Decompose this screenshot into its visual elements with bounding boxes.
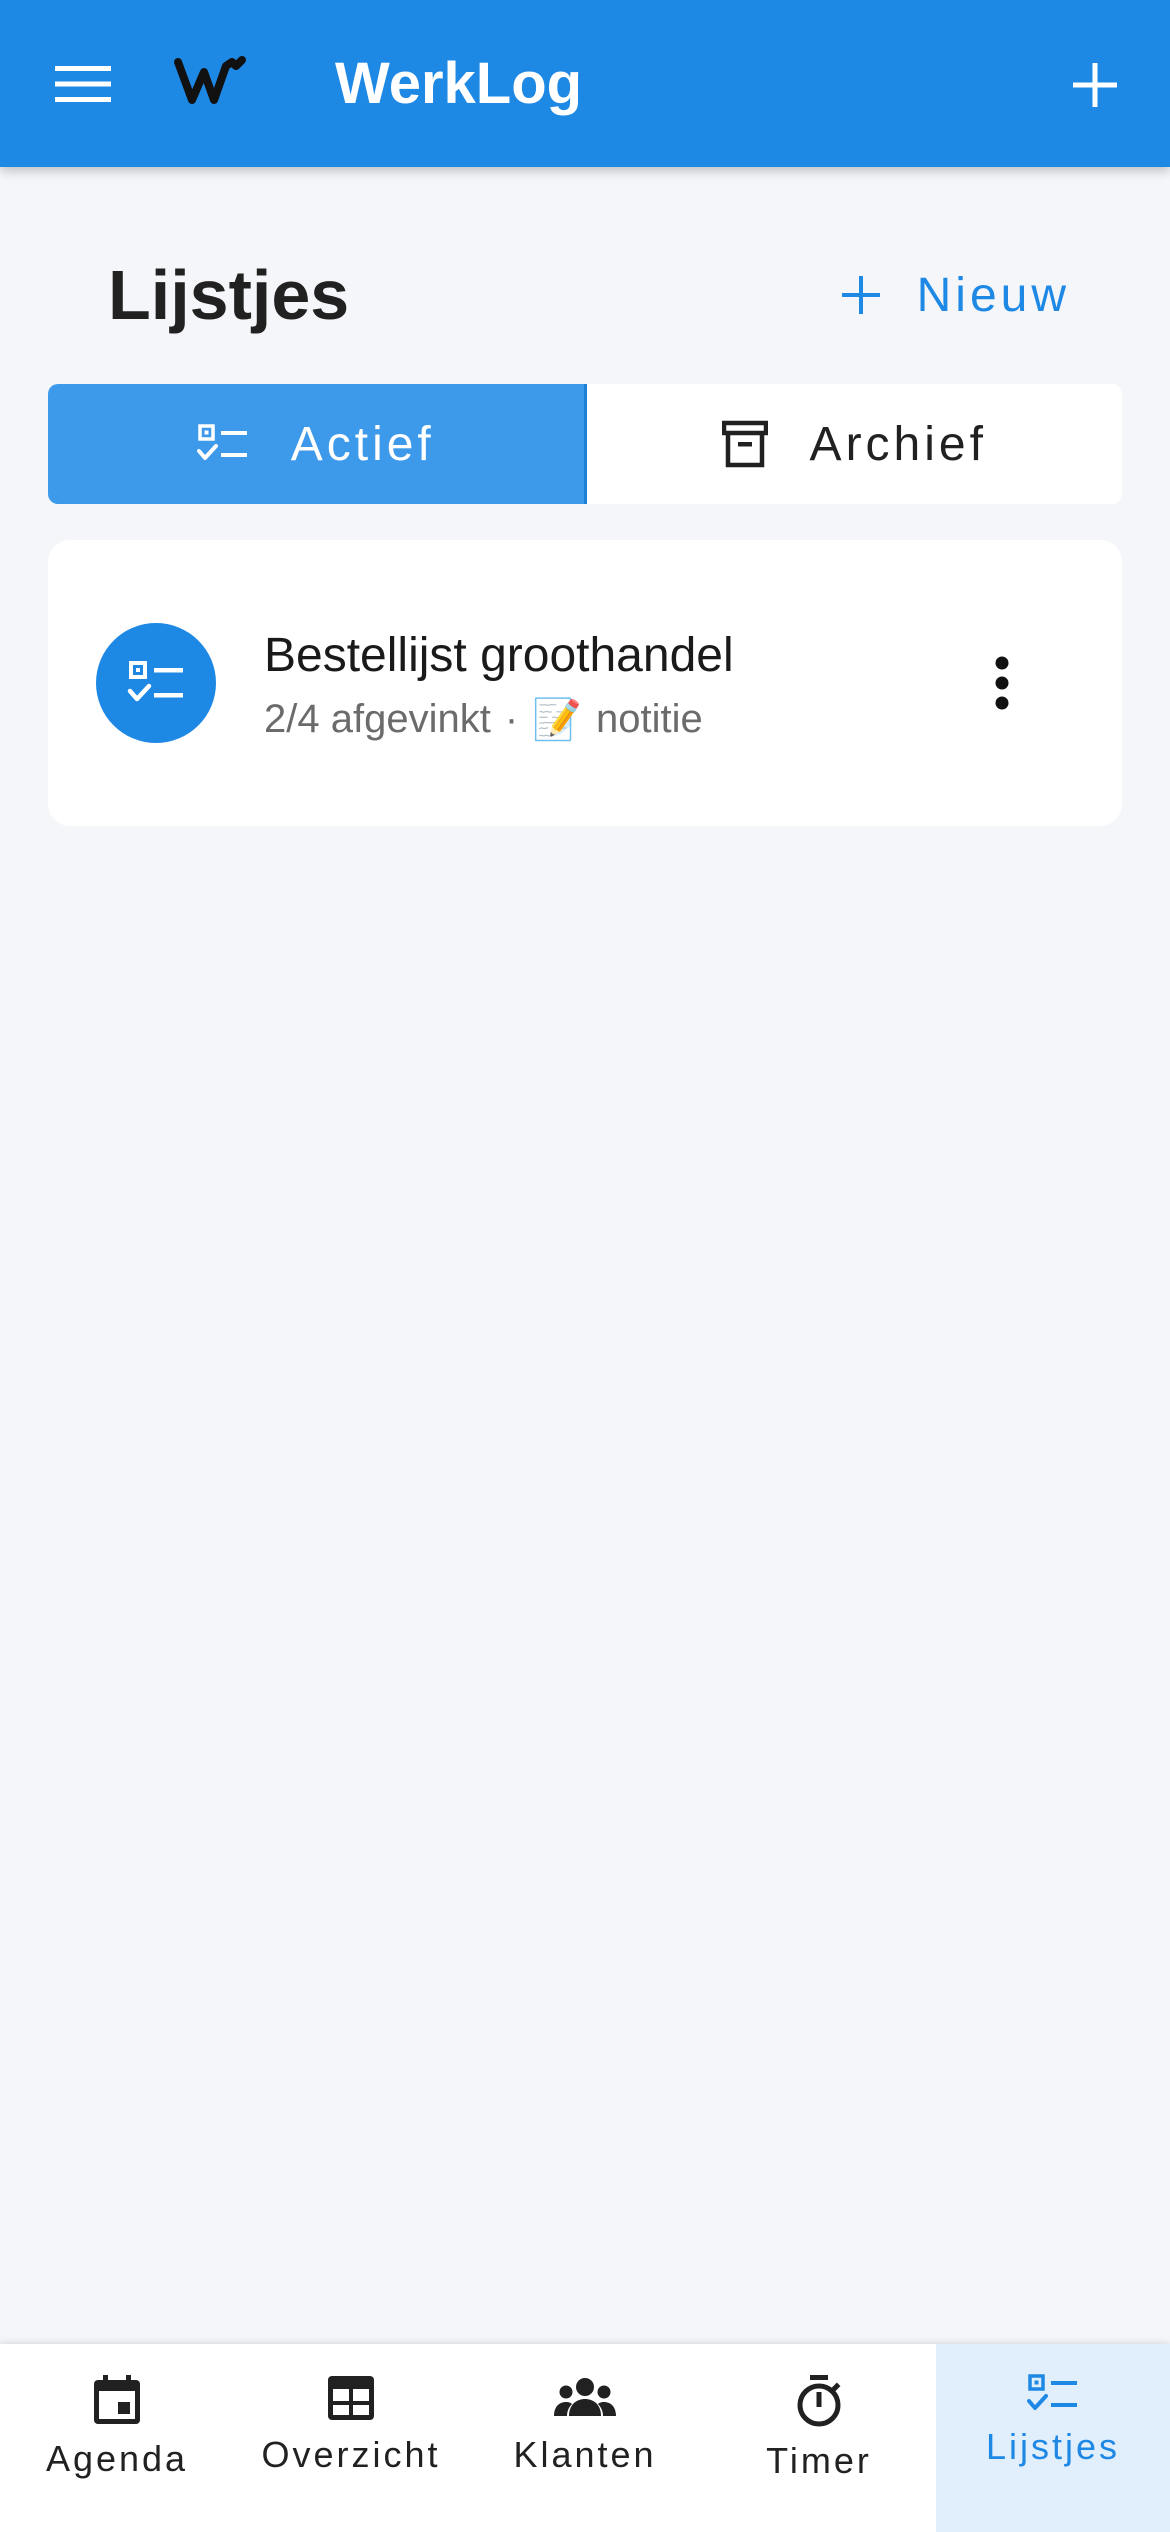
- list-item[interactable]: Bestellijst groothandel 2/4 afgevinkt · …: [48, 540, 1122, 826]
- nav-label-overzicht: Overzicht: [261, 2434, 441, 2475]
- app-bar: WerkLog: [0, 0, 1170, 167]
- list-item-progress: 2/4 afgevinkt: [264, 697, 491, 741]
- nav-item-overzicht[interactable]: Overzicht: [234, 2344, 468, 2532]
- screen: WerkLog Lijstjes Nieuw Actief Archief Be…: [0, 0, 1170, 2532]
- list-item-note-label: notitie: [595, 697, 703, 741]
- more-options-button[interactable]: [972, 638, 1032, 728]
- nav-label-lijstjes: Lijstjes: [985, 2426, 1121, 2467]
- plus-icon: [841, 276, 880, 314]
- checklist-icon: [196, 424, 247, 460]
- people-icon: [554, 2378, 616, 2416]
- menu-button[interactable]: [40, 44, 126, 124]
- list-avatar: [96, 623, 216, 743]
- calendar-icon: [94, 2375, 140, 2424]
- checklist-icon: [127, 661, 183, 702]
- nav-item-timer[interactable]: Timer: [702, 2344, 936, 2532]
- grid-icon: [328, 2376, 374, 2420]
- nav-item-klanten[interactable]: Klanten: [468, 2344, 702, 2532]
- new-list-label: Nieuw: [916, 268, 1070, 322]
- list-item-subtitle: 2/4 afgevinkt · 📝 notitie: [264, 696, 703, 743]
- list-filter-tabs: Actief Archief: [48, 384, 1122, 504]
- tab-archief-label: Archief: [809, 417, 987, 471]
- more-vert-icon: [995, 656, 1009, 710]
- page-title: Lijstjes: [108, 256, 350, 334]
- memo-icon: 📝: [532, 698, 582, 742]
- list-item-title: Bestellijst groothandel: [264, 629, 734, 682]
- nav-label-klanten: Klanten: [513, 2434, 657, 2475]
- tab-archief[interactable]: Archief: [586, 384, 1122, 504]
- checklist-icon: [1027, 2374, 1077, 2410]
- bottom-navigation: Agenda Overzicht Klanten Timer Lijstjes: [0, 2344, 1170, 2532]
- new-list-button[interactable]: Nieuw: [841, 255, 1070, 335]
- nav-label-agenda: Agenda: [45, 2438, 189, 2479]
- nav-label-timer: Timer: [766, 2440, 872, 2481]
- add-button[interactable]: [1050, 40, 1140, 130]
- werklog-logo-icon: [174, 56, 246, 104]
- tab-actief-label: Actief: [290, 417, 435, 471]
- nav-item-lijstjes[interactable]: Lijstjes: [936, 2344, 1170, 2532]
- nav-item-agenda[interactable]: Agenda: [0, 2344, 234, 2532]
- archive-icon: [721, 420, 768, 468]
- tab-actief[interactable]: Actief: [48, 384, 587, 504]
- stopwatch-icon: [797, 2375, 841, 2427]
- hamburger-menu-icon: [55, 66, 111, 102]
- app-title: WerkLog: [335, 51, 583, 116]
- plus-icon: [1073, 63, 1117, 107]
- list-item-separator: ·: [504, 697, 519, 741]
